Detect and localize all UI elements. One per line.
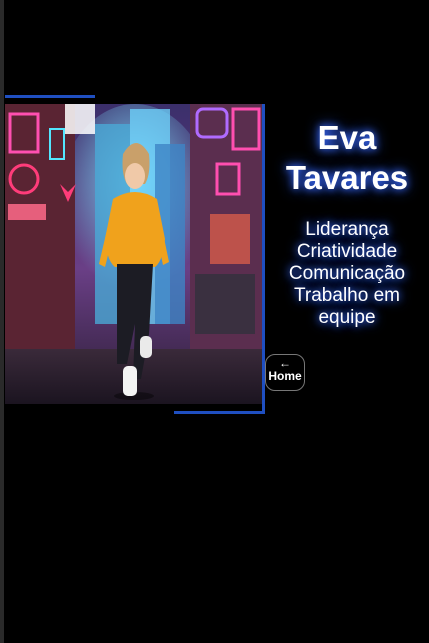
skill-item: Criatividade: [296, 241, 398, 262]
frame-accent-bottom: [174, 411, 265, 414]
profile-name: Eva Tavares: [285, 119, 409, 196]
left-edge-divider: [0, 0, 4, 643]
frame-accent-top: [5, 95, 95, 98]
skill-item: Trabalho em equipe: [294, 285, 400, 328]
skill-item: Liderança: [305, 219, 389, 240]
character-illustration: [5, 104, 262, 404]
home-button[interactable]: ← Home: [265, 354, 305, 391]
arrow-left-icon: ←: [279, 356, 291, 370]
home-button-label: Home: [268, 369, 302, 383]
profile-page: Eva Tavares Liderança Criatividade Comun…: [0, 0, 429, 643]
skills-list: Liderança Criatividade Comunicação Traba…: [272, 219, 422, 329]
neon-city-scene: [5, 104, 262, 404]
skill-item: Comunicação: [288, 263, 406, 284]
